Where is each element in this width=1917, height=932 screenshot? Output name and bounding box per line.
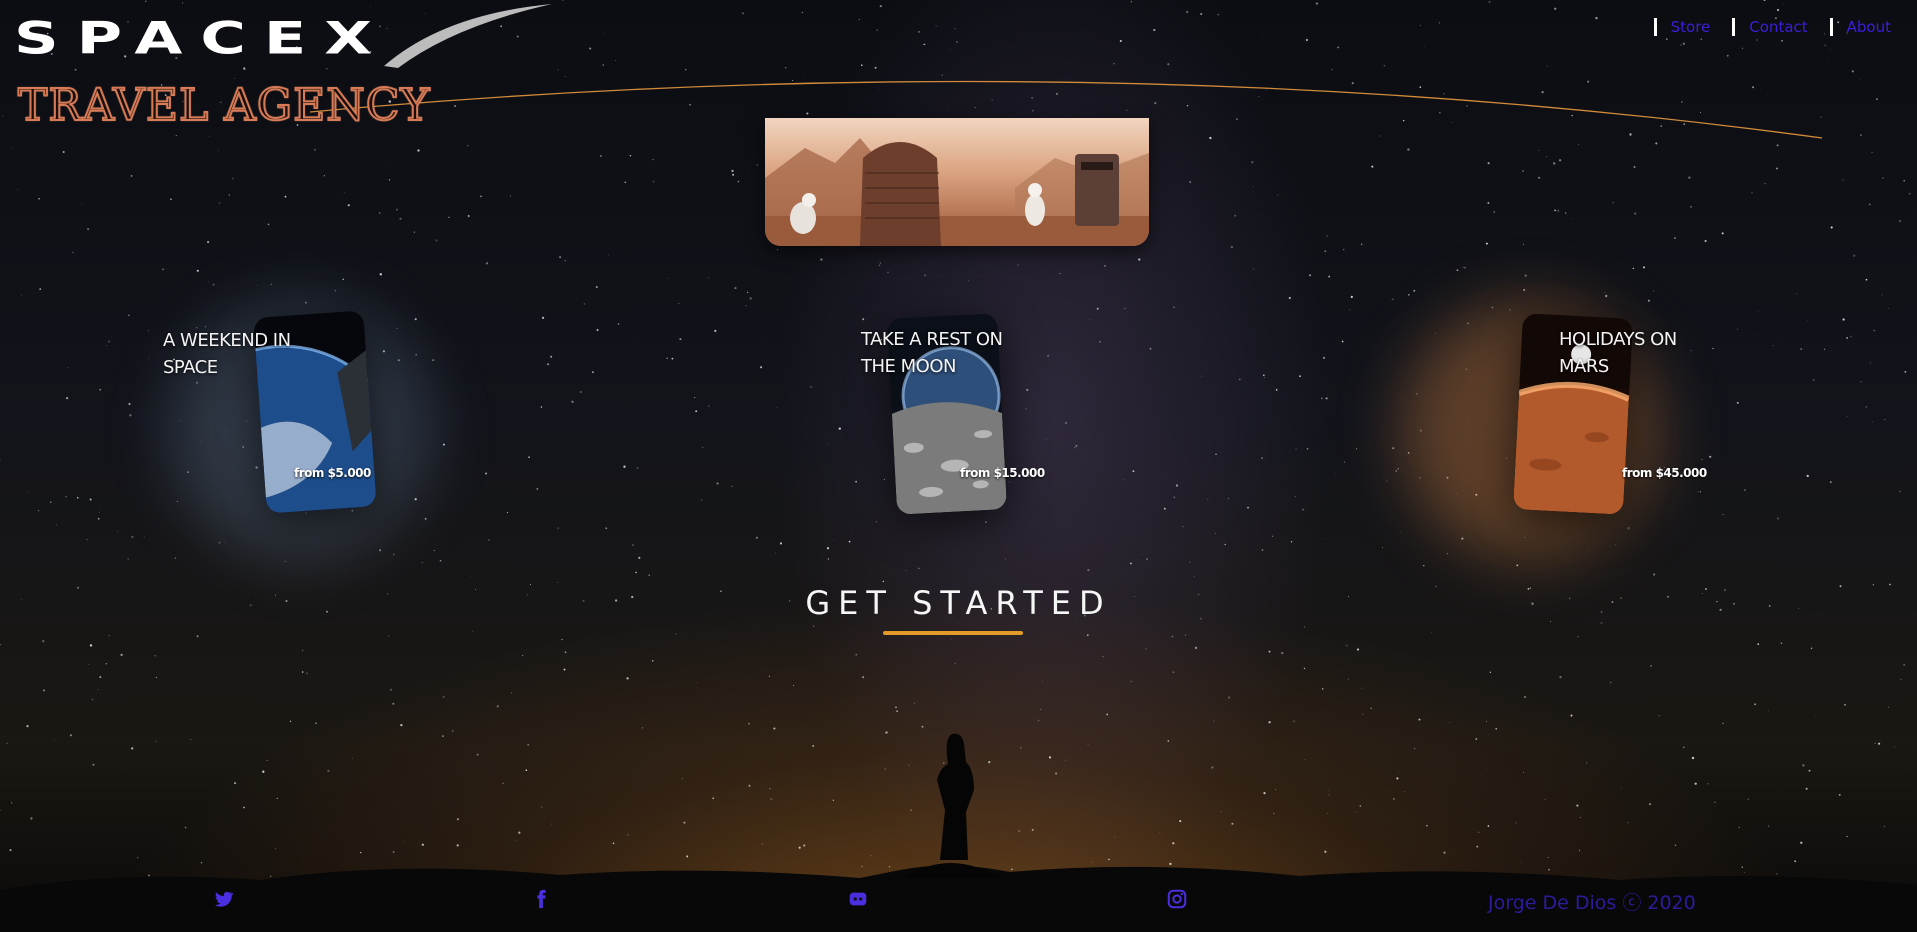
brand-tagline: TRAVEL AGENCY (17, 80, 431, 131)
discord-icon[interactable] (847, 888, 869, 910)
card-price-space: from $5.000 (294, 466, 371, 480)
card-price-mars: from $45.000 (1622, 466, 1707, 480)
card-title-mars: HOLIDAYS ON MARS (1559, 329, 1677, 377)
nav-link-store[interactable]: Store (1653, 18, 1710, 36)
brand-logo[interactable]: SPACEX TRAVEL AGENCY (14, 4, 554, 134)
get-started-underline (883, 631, 1023, 635)
get-started-button[interactable]: GET STARTED (0, 584, 1917, 622)
nav-link-contact[interactable]: Contact (1732, 18, 1808, 36)
card-title-space: A WEEKEND IN SPACE (163, 330, 291, 378)
footer-copyright: Jorge De Dios ⓒ 2020 (1488, 892, 1696, 914)
card-title-moon: TAKE A REST ON THE MOON (861, 329, 1003, 377)
brand-wordmark: SPACEX (14, 11, 391, 65)
top-nav: Store Contact About (1632, 18, 1891, 36)
nav-link-about[interactable]: About (1829, 18, 1891, 36)
card-price-moon: from $15.000 (960, 466, 1045, 480)
logo-swoosh (384, 4, 552, 68)
facebook-icon[interactable] (530, 888, 552, 910)
instagram-icon[interactable] (1166, 888, 1188, 910)
twitter-icon[interactable] (212, 888, 234, 910)
hero-mars-base-image (765, 118, 1149, 246)
